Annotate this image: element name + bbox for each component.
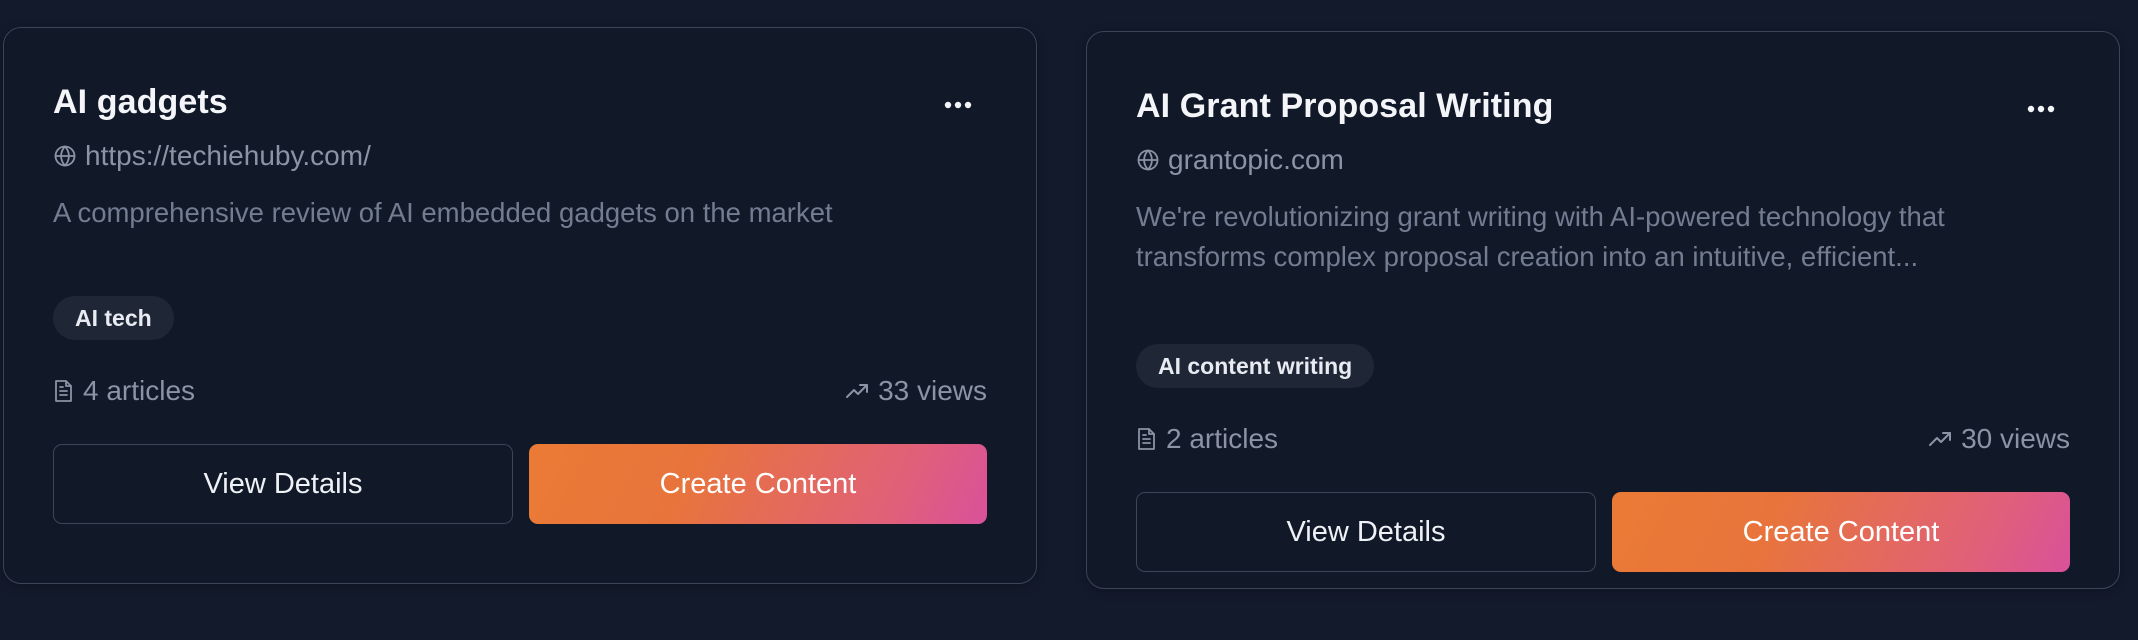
articles-count-text: 2 articles — [1166, 423, 1279, 454]
project-title: AI Grant Proposal Writing — [1136, 87, 1554, 125]
website-url: https://techiehuby.com/ — [85, 140, 371, 171]
project-card: AI gadgets https://techiehuby.com/ A com… — [3, 27, 1037, 584]
articles-count: 4 articles — [53, 375, 195, 407]
card-actions: View Details Create Content — [1136, 492, 2070, 572]
views-count-text: 33 views — [878, 375, 987, 406]
document-icon — [55, 380, 72, 402]
views-count-text: 30 views — [1961, 423, 2070, 454]
project-stats: 4 articles 33 views — [53, 372, 987, 410]
create-content-button[interactable]: Create Content — [529, 444, 987, 524]
trending-up-icon — [1929, 432, 1952, 446]
articles-count-text: 4 articles — [83, 375, 196, 406]
project-stats: 2 articles 30 views — [1136, 420, 2070, 458]
category-tag: AI tech — [53, 296, 174, 340]
project-card-grid: AI gadgets https://techiehuby.com/ A com… — [0, 0, 2138, 640]
category-tag: AI content writing — [1136, 344, 1375, 388]
website-url: grantopic.com — [1168, 144, 1344, 175]
views-count: 30 views — [1928, 423, 2070, 455]
views-count: 33 views — [845, 375, 987, 407]
card-actions: View Details Create Content — [53, 444, 987, 524]
website-link[interactable]: https://techiehuby.com/ — [53, 139, 371, 173]
project-description: We're revolutionizing grant writing with… — [1136, 201, 1945, 272]
view-details-button[interactable]: View Details — [1136, 492, 1596, 572]
project-description: A comprehensive review of AI embedded ga… — [53, 197, 833, 228]
website-link[interactable]: grantopic.com — [1136, 143, 1344, 177]
view-details-button[interactable]: View Details — [53, 444, 513, 524]
project-card: AI Grant Proposal Writing grantopic.com … — [1086, 31, 2120, 589]
more-options-button[interactable] — [2012, 80, 2070, 138]
more-options-button[interactable] — [929, 76, 987, 134]
articles-count: 2 articles — [1136, 423, 1278, 455]
project-title: AI gadgets — [53, 83, 228, 121]
globe-icon — [54, 145, 76, 167]
create-content-button[interactable]: Create Content — [1612, 492, 2070, 572]
more-horizontal-icon — [944, 101, 972, 109]
more-horizontal-icon — [2027, 105, 2055, 113]
globe-icon — [1137, 149, 1159, 171]
trending-up-icon — [846, 384, 869, 398]
document-icon — [1138, 428, 1155, 450]
